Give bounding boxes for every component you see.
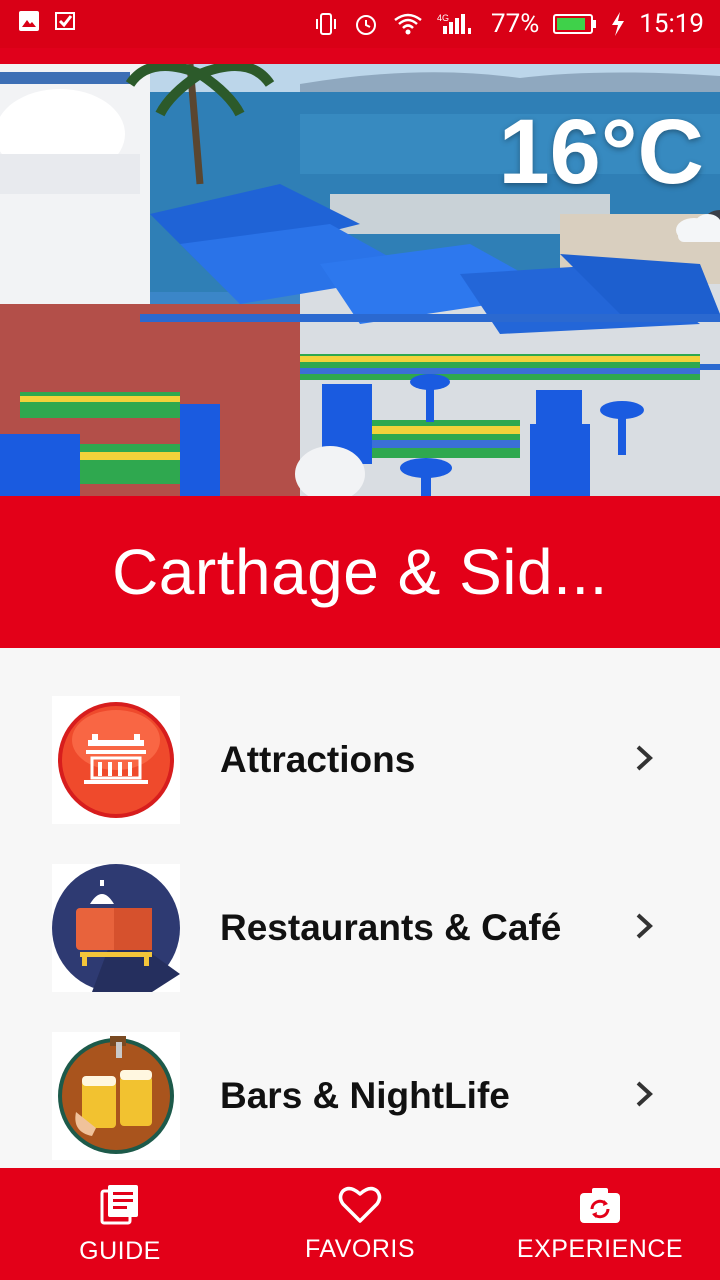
nav-experience-label: EXPERIENCE: [516, 1234, 684, 1263]
gallery-notification-icon: [18, 9, 40, 39]
heart-icon: [338, 1185, 382, 1229]
signal-icon: 4G: [437, 12, 477, 36]
category-list: Attractions Restaurants & Café Bars & Ni…: [0, 648, 720, 1168]
vibrate-icon: [313, 11, 339, 37]
wifi-icon: [393, 12, 423, 36]
list-item-attractions[interactable]: Attractions: [0, 676, 720, 844]
status-bar: 4G 77% 15:19: [0, 0, 720, 48]
list-item-bars[interactable]: Bars & NightLife: [0, 1012, 720, 1180]
beer-icon: [52, 1032, 180, 1160]
camera-icon: [578, 1185, 622, 1229]
list-item-label: Restaurants & Café: [220, 907, 562, 948]
list-item-label: Attractions: [220, 739, 416, 780]
clock: 15:19: [639, 9, 704, 39]
attractions-icon: [52, 696, 180, 824]
city-banner: Carthage & Sid...: [0, 496, 720, 648]
hero-image: 16°C: [0, 64, 720, 496]
chevron-right-icon: [632, 911, 656, 945]
store-notification-icon: [54, 9, 76, 39]
nav-guide-button[interactable]: GUIDE: [0, 1168, 240, 1280]
nav-favoris-label: FAVORIS: [304, 1234, 415, 1263]
svg-text:4G: 4G: [437, 13, 449, 23]
chevron-right-icon: [632, 743, 656, 777]
list-item-label: Bars & NightLife: [220, 1075, 510, 1116]
charging-icon: [611, 12, 625, 36]
battery-percent: 77%: [490, 9, 540, 39]
list-item-restaurants[interactable]: Restaurants & Café: [0, 844, 720, 1012]
battery-icon: [553, 13, 597, 35]
nav-experience-button[interactable]: EXPERIENCE: [480, 1168, 720, 1280]
toolbar-strip: [0, 48, 720, 64]
temperature: 16°C: [498, 101, 704, 203]
city-title: Carthage & Sid...: [112, 536, 608, 608]
alarm-icon: [353, 11, 379, 37]
book-icon: [98, 1183, 142, 1231]
bottom-navigation: GUIDE FAVORIS EXPERIENCE: [0, 1168, 720, 1280]
nav-favoris-button[interactable]: FAVORIS: [240, 1168, 480, 1280]
nav-guide-label: GUIDE: [79, 1236, 161, 1265]
chevron-right-icon: [632, 1079, 656, 1113]
restaurant-icon: [52, 864, 180, 992]
